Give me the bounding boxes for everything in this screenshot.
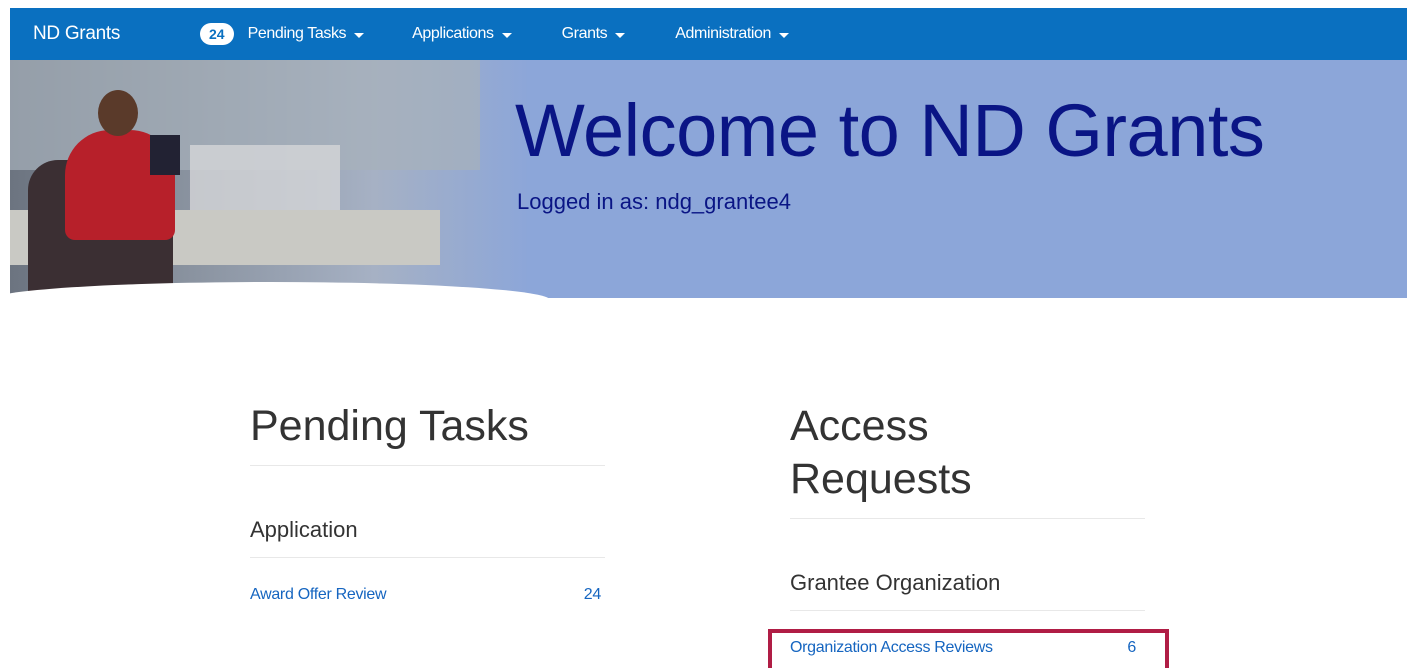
divider bbox=[790, 518, 1145, 519]
pending-tasks-heading: Pending Tasks bbox=[250, 402, 529, 450]
nav-applications-label: Applications bbox=[412, 25, 494, 42]
task-label[interactable]: Award Offer Review bbox=[250, 586, 387, 604]
office-photo bbox=[10, 60, 550, 298]
access-requests-panel: Access Requests Grantee Organization Org… bbox=[790, 400, 1145, 657]
nav-administration-label: Administration bbox=[675, 25, 772, 42]
welcome-banner: Welcome to ND Grants Logged in as: ndg_g… bbox=[10, 60, 1407, 298]
access-requests-heading-line2: Requests bbox=[790, 455, 972, 503]
task-count: 24 bbox=[583, 586, 602, 603]
chevron-down-icon bbox=[354, 32, 365, 38]
nav-pending-tasks[interactable]: Pending Tasks bbox=[248, 25, 365, 43]
divider bbox=[790, 610, 1145, 611]
logged-in-user: Logged in as: ndg_grantee4 bbox=[517, 189, 792, 214]
nav-grants[interactable]: Grants bbox=[562, 25, 626, 43]
application-group-title: Application bbox=[250, 517, 358, 542]
photo-head bbox=[98, 90, 138, 136]
top-navbar: ND Grants 24 Pending Tasks Applications … bbox=[10, 8, 1407, 60]
access-requests-heading: Access Requests bbox=[790, 400, 1145, 506]
access-requests-heading-line1: Access bbox=[790, 402, 929, 450]
chevron-down-icon bbox=[501, 32, 512, 38]
task-row-award-offer-review[interactable]: Award Offer Review 24 bbox=[250, 586, 605, 604]
grantee-organization-group-title: Grantee Organization bbox=[790, 570, 1001, 595]
photo-monitor bbox=[150, 135, 180, 175]
brand-link[interactable]: ND Grants bbox=[33, 23, 200, 45]
frame-top bbox=[0, 0, 1413, 8]
nav-administration[interactable]: Administration bbox=[675, 25, 790, 43]
chevron-down-icon bbox=[779, 32, 790, 38]
frame-right bbox=[1407, 0, 1413, 668]
highlight-box bbox=[768, 629, 1169, 668]
chevron-down-icon bbox=[615, 32, 626, 38]
welcome-title: Welcome to ND Grants bbox=[515, 89, 1265, 172]
frame-left bbox=[0, 0, 10, 668]
nav-pending-tasks-label: Pending Tasks bbox=[247, 25, 347, 42]
nav-applications[interactable]: Applications bbox=[412, 25, 512, 43]
pending-count-badge[interactable]: 24 bbox=[200, 23, 234, 45]
nav-grants-label: Grants bbox=[561, 25, 608, 42]
divider bbox=[250, 465, 605, 466]
pending-tasks-panel: Pending Tasks Application Award Offer Re… bbox=[250, 400, 605, 604]
divider bbox=[250, 557, 605, 558]
